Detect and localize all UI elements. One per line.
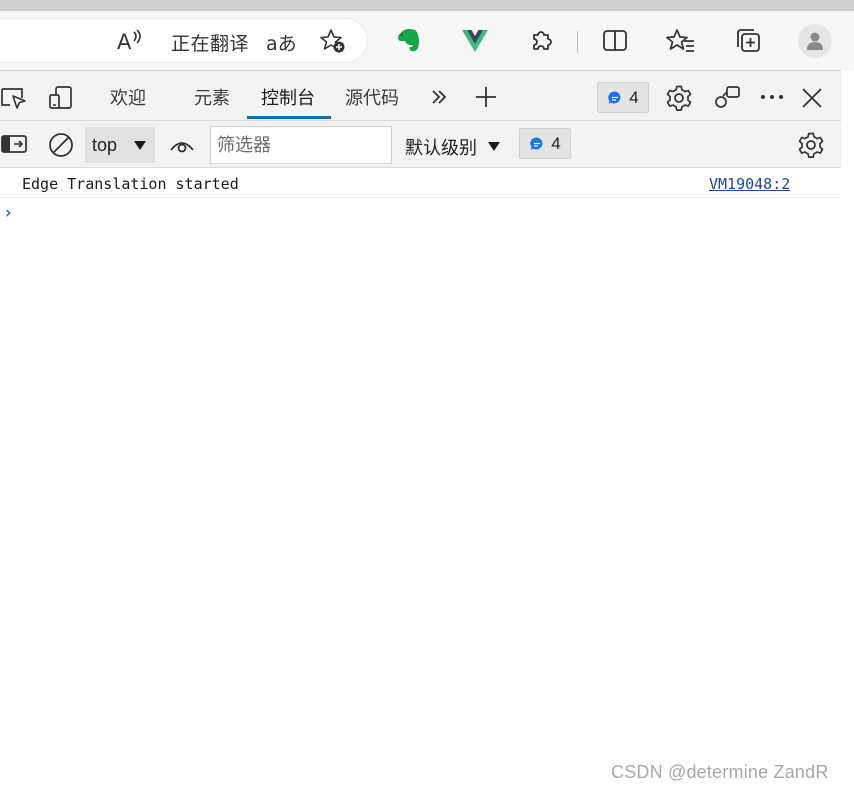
console-message-source-link[interactable]: VM19048:2 <box>709 175 790 193</box>
extensions-icon[interactable] <box>527 26 557 56</box>
message-count-badge[interactable]: 4 <box>519 128 571 159</box>
read-aloud-icon[interactable]: A <box>114 26 146 56</box>
favorites-icon[interactable] <box>665 26 697 56</box>
customize-icon[interactable] <box>712 83 742 113</box>
message-icon <box>608 90 621 104</box>
toolbar-separator <box>577 31 578 53</box>
watermark: CSDN @determine ZandR <box>611 762 829 782</box>
console-toolbar: top 默认级别 4 <box>0 121 841 168</box>
vue-devtools-icon[interactable] <box>460 26 490 54</box>
close-icon[interactable] <box>799 85 825 111</box>
translate-icon[interactable]: aあ <box>266 29 297 56</box>
svg-text:A: A <box>117 30 132 54</box>
tab-welcome[interactable]: 欢迎 <box>110 84 146 110</box>
message-count: 4 <box>551 133 561 153</box>
window-top-strip <box>0 0 854 11</box>
context-selector[interactable]: top <box>85 127 155 163</box>
collections-icon[interactable] <box>732 26 764 56</box>
inspect-element-icon[interactable] <box>0 85 28 111</box>
context-value: top <box>92 134 118 155</box>
message-icon <box>530 136 543 150</box>
translating-status[interactable]: 正在翻译 <box>171 29 249 56</box>
issues-count: 4 <box>629 87 639 107</box>
tab-sources[interactable]: 源代码 <box>345 84 399 110</box>
issues-badge[interactable]: 4 <box>597 82 649 113</box>
console-output[interactable]: Edge Translation started VM19048:2 › <box>0 168 841 789</box>
console-prompt-chevron-icon[interactable]: › <box>3 203 13 223</box>
profile-icon[interactable] <box>798 24 832 58</box>
clear-console-icon[interactable] <box>47 131 75 159</box>
more-tabs-icon[interactable] <box>428 85 450 109</box>
devtools-panel: 欢迎 元素 控制台 源代码 4 top 筛选器 默认级别 4 Edge Tran… <box>0 70 841 789</box>
console-settings-gear-icon[interactable] <box>796 130 826 160</box>
sidebar-toggle-icon[interactable] <box>0 132 28 156</box>
console-message-text: Edge Translation started <box>22 175 239 193</box>
tab-elements[interactable]: 元素 <box>194 84 230 110</box>
split-screen-icon[interactable] <box>600 27 630 55</box>
console-message: Edge Translation started VM19048:2 <box>0 168 841 198</box>
live-expression-eye-icon[interactable] <box>168 134 196 156</box>
active-tab-indicator <box>247 116 331 119</box>
more-options-icon[interactable] <box>758 87 786 107</box>
favorites-add-icon[interactable] <box>317 26 349 56</box>
log-level-selector[interactable]: 默认级别 <box>405 134 477 160</box>
filter-input[interactable] <box>210 126 392 164</box>
device-emulation-icon[interactable] <box>47 84 75 112</box>
devtools-tab-bar: 欢迎 元素 控制台 源代码 4 <box>0 71 841 121</box>
settings-gear-icon[interactable] <box>664 83 694 113</box>
evernote-icon[interactable] <box>394 25 424 55</box>
chevron-down-icon <box>134 141 146 150</box>
chevron-down-icon[interactable] <box>488 142 500 151</box>
browser-toolbar: A 正在翻译 aあ <box>0 11 854 70</box>
tab-console[interactable]: 控制台 <box>261 84 315 110</box>
add-tab-icon[interactable] <box>472 83 500 111</box>
